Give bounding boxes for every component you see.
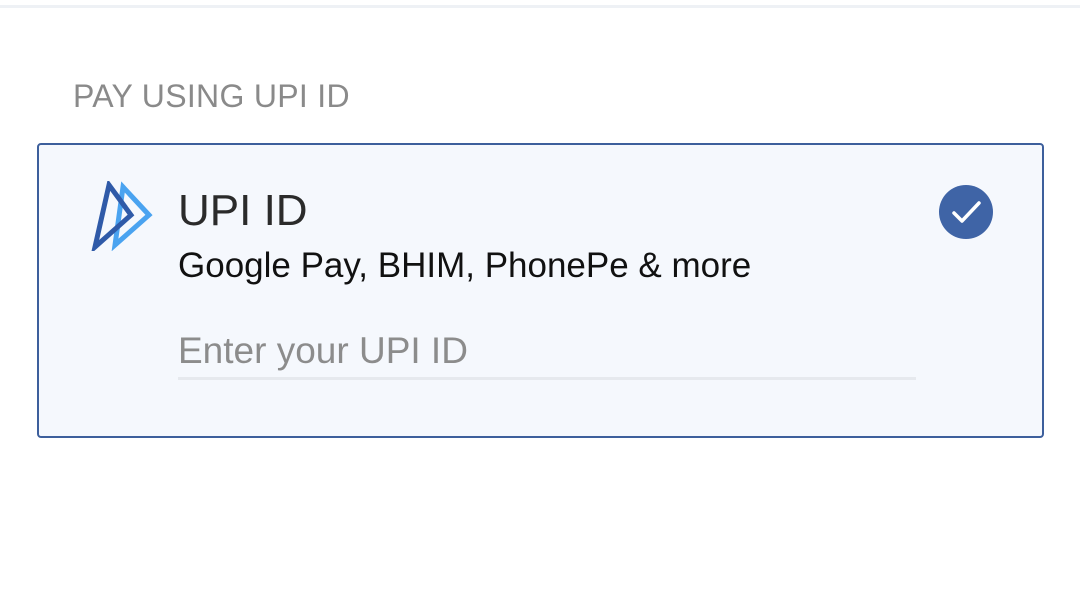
upi-option-subtitle: Google Pay, BHIM, PhonePe & more (178, 246, 752, 285)
check-circle-icon[interactable] (939, 185, 993, 239)
upi-option-card[interactable]: UPI ID Google Pay, BHIM, PhonePe & more (37, 143, 1044, 438)
upi-option-title: UPI ID (178, 186, 308, 235)
upi-logo-icon (90, 179, 155, 255)
top-divider (0, 5, 1080, 8)
section-heading: PAY USING UPI ID (73, 78, 350, 114)
upi-id-input[interactable] (178, 325, 916, 380)
